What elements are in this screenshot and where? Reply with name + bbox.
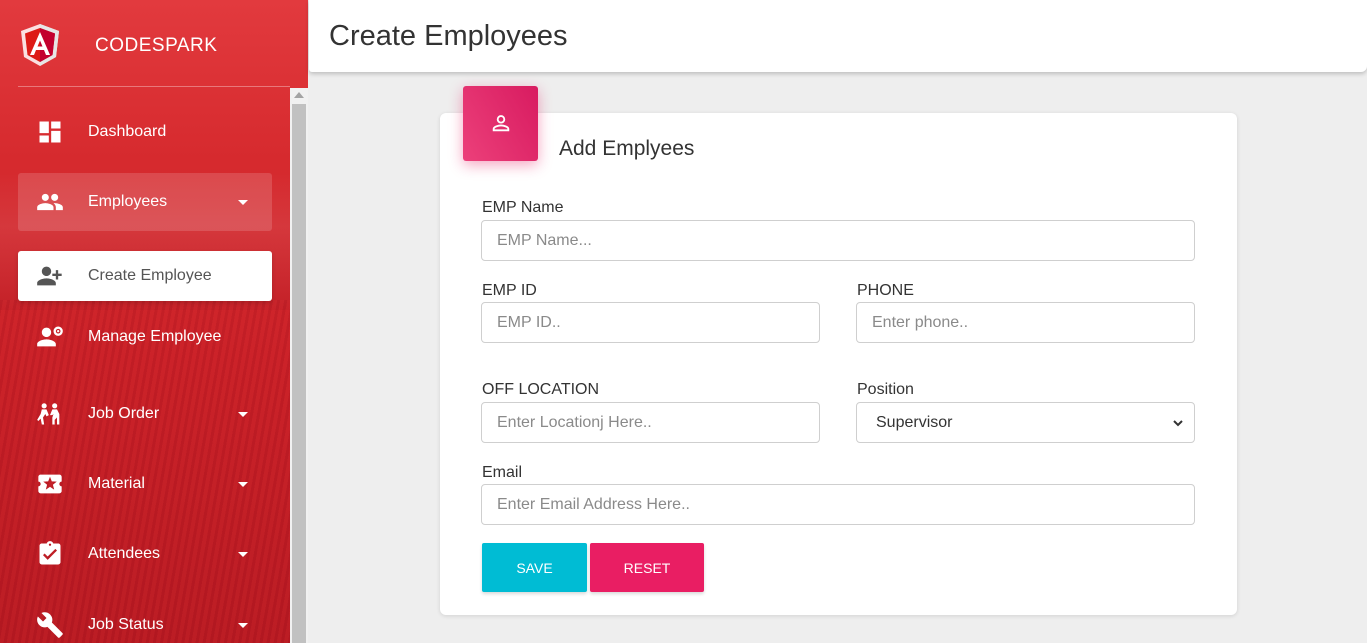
chevron-down-icon <box>238 200 248 205</box>
phone-label: PHONE <box>857 282 914 299</box>
sidebar-scrollbar[interactable] <box>290 88 308 643</box>
location-label: OFF LOCATION <box>482 381 600 398</box>
sidebar-item-label: Employees <box>88 193 168 210</box>
sidebar-item-attendees[interactable]: Attendees <box>18 525 272 583</box>
brand-name: CODESPARK <box>95 35 218 56</box>
sidebar-item-label: Manage Employee <box>88 328 222 345</box>
sidebar-item-manage-employee[interactable]: Manage Employee <box>18 308 272 366</box>
sidebar-nav: Dashboard Employees Create Employee Mana… <box>0 88 290 643</box>
person-icon <box>492 115 510 132</box>
reset-button[interactable]: RESET <box>590 543 704 592</box>
clipboard-check-icon <box>39 541 61 565</box>
emp-id-label: EMP ID <box>482 282 537 299</box>
emp-name-label: EMP Name <box>482 199 564 216</box>
position-selected-value: Supervisor <box>876 414 953 431</box>
people-icon <box>37 193 63 211</box>
card-title: Add Emplyees <box>559 137 695 160</box>
page-title: Create Employees <box>329 20 568 52</box>
sidebar-item-job-order[interactable]: Job Order <box>18 385 272 443</box>
sidebar-item-label: Job Status <box>88 616 164 633</box>
phone-input[interactable] <box>856 302 1195 343</box>
angular-logo-icon <box>21 24 59 66</box>
position-select[interactable]: Supervisor <box>856 402 1195 443</box>
dashboard-icon <box>39 121 61 143</box>
sidebar-item-label: Job Order <box>88 405 160 422</box>
sidebar: CODESPARK Dashboard Employees Create Emp… <box>0 0 308 643</box>
wrench-icon <box>37 612 63 638</box>
sidebar-item-label: Attendees <box>88 545 161 562</box>
sidebar-item-label: Material <box>88 475 145 492</box>
sidebar-item-employees[interactable]: Employees <box>18 173 272 231</box>
worker-icon <box>37 403 60 425</box>
ticket-star-icon <box>38 474 62 494</box>
scroll-up-arrow-icon[interactable] <box>294 92 304 98</box>
sidebar-item-material[interactable]: Material <box>18 455 272 513</box>
emp-name-input[interactable] <box>481 220 1195 261</box>
email-input[interactable] <box>481 484 1195 525</box>
chevron-down-icon <box>238 623 248 628</box>
brand[interactable]: CODESPARK <box>0 0 308 88</box>
sidebar-item-job-status[interactable]: Job Status <box>18 596 272 643</box>
sidebar-item-dashboard[interactable]: Dashboard <box>18 103 272 161</box>
chevron-down-icon <box>1173 420 1183 427</box>
chevron-down-icon <box>238 552 248 557</box>
save-button[interactable]: SAVE <box>482 543 587 592</box>
emp-id-input[interactable] <box>481 302 820 343</box>
manage-user-icon <box>37 326 63 347</box>
position-label: Position <box>857 381 914 398</box>
card-header-icon <box>463 86 538 161</box>
chevron-down-icon <box>238 482 248 487</box>
sidebar-item-create-employee[interactable]: Create Employee <box>18 251 272 301</box>
scrollbar-thumb[interactable] <box>292 104 306 643</box>
sidebar-item-label: Dashboard <box>88 123 167 140</box>
person-add-icon <box>37 266 62 286</box>
sidebar-item-label: Create Employee <box>88 267 212 284</box>
brand-divider <box>18 86 290 87</box>
employee-form-card <box>440 113 1237 615</box>
top-navbar: Create Employees <box>309 0 1367 72</box>
email-label: Email <box>482 464 523 481</box>
location-input[interactable] <box>481 402 820 443</box>
chevron-down-icon <box>238 412 248 417</box>
